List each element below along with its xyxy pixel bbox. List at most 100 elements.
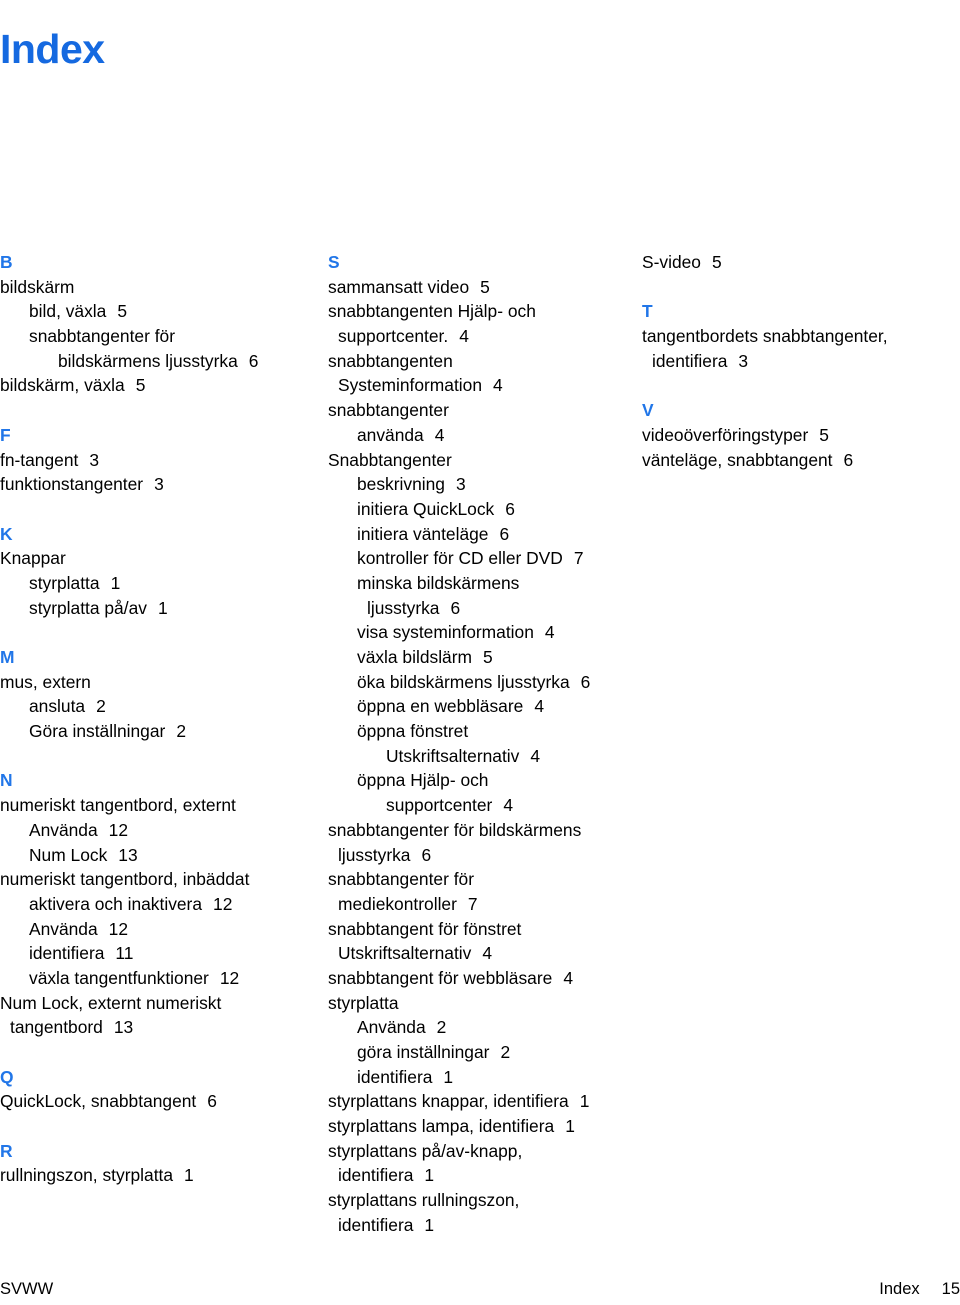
index-entry[interactable]: rullningszon, styrplatta 1 (0, 1163, 328, 1188)
index-entry[interactable]: ljusstyrka 6 (328, 596, 642, 621)
index-entry-text: aktivera och inaktivera (29, 893, 203, 914)
index-entry[interactable]: Använda 12 (0, 917, 328, 942)
index-entry[interactable]: Num Lock, externt numeriskt (0, 991, 328, 1016)
index-entry[interactable]: visa systeminformation 4 (328, 620, 642, 645)
index-entry[interactable]: snabbtangenter för (328, 867, 642, 892)
index-entry[interactable]: ansluta 2 (0, 694, 328, 719)
index-entry-page: 4 (530, 745, 541, 766)
index-entry[interactable]: vänteläge, snabbtangent 6 (642, 448, 960, 473)
index-entry[interactable]: beskrivning 3 (328, 472, 642, 497)
index-entry-text: identifiera (357, 1066, 433, 1087)
index-entry[interactable]: tangentbordets snabbtangenter, (642, 324, 960, 349)
index-entry[interactable]: mediekontroller 7 (328, 892, 642, 917)
index-entry-text: Num Lock (29, 844, 108, 865)
index-entry[interactable]: styrplattans på/av-knapp, (328, 1139, 642, 1164)
index-entry[interactable]: Systeminformation 4 (328, 373, 642, 398)
index-entry-text: Använda (29, 918, 98, 939)
index-entry[interactable]: Göra inställningar 2 (0, 719, 328, 744)
index-entry[interactable]: sammansatt video 5 (328, 275, 642, 300)
index-entry[interactable]: öka bildskärmens ljusstyrka 6 (328, 670, 642, 695)
index-entry[interactable]: snabbtangenten Hjälp- och (328, 299, 642, 324)
index-entry[interactable]: Snabbtangenter (328, 448, 642, 473)
index-entry[interactable]: växla bildslärm 5 (328, 645, 642, 670)
index-entry[interactable]: ljusstyrka 6 (328, 843, 642, 868)
index-entry[interactable]: styrplatta på/av 1 (0, 596, 328, 621)
column-2: Ssammansatt video 5 snabbtangenten Hjälp- … (328, 250, 642, 1238)
index-entry[interactable]: initiera QuickLock 6 (328, 497, 642, 522)
index-entry[interactable]: styrplattans knappar, identifiera 1 (328, 1089, 642, 1114)
index-entry[interactable]: styrplattans rullningszon, (328, 1188, 642, 1213)
index-entry-page: 12 (108, 918, 128, 939)
index-entry[interactable]: mus, extern (0, 670, 328, 695)
index-entry-text: styrplattans på/av-knapp, (328, 1140, 523, 1161)
index-entry-text: Snabbtangenter (328, 449, 452, 470)
index-entry-text: göra inställningar (357, 1042, 490, 1062)
index-entry[interactable]: numeriskt tangentbord, inbäddat (0, 867, 328, 892)
index-entry[interactable]: Använda 2 (328, 1015, 642, 1040)
index-entry[interactable]: bild, växla 5 (0, 299, 328, 324)
index-entry[interactable]: snabbtangent för webbläsare 4 (328, 966, 642, 991)
index-entry[interactable]: initiera vänteläge 6 (328, 522, 642, 547)
index-entry[interactable]: styrplatta 1 (0, 571, 328, 596)
index-entry-text: använda (357, 424, 424, 445)
index-entry-text: öppna fönstret (357, 721, 469, 742)
index-entry[interactable]: kontroller för CD eller DVD 7 (328, 546, 642, 571)
index-entry[interactable]: numeriskt tangentbord, externt (0, 793, 328, 818)
index-entry[interactable]: identifiera 1 (328, 1065, 642, 1090)
index-entry[interactable]: bildskärm, växla 5 (0, 373, 328, 398)
index-entry[interactable]: supportcenter. 4 (328, 324, 642, 349)
index-entry[interactable]: bildskärm (0, 275, 328, 300)
index-entry[interactable]: öppna fönstret (328, 719, 642, 744)
index-entry[interactable]: videoöverföringstyper 5 (642, 423, 960, 448)
index-entry-page: 11 (115, 943, 134, 964)
index-entry[interactable]: öppna en webbläsare 4 (328, 694, 642, 719)
index-entry-text: ansluta (29, 696, 86, 717)
index-entry[interactable]: minska bildskärmens (328, 571, 642, 596)
index-entry[interactable]: identifiera 3 (642, 349, 960, 374)
index-entry-text: kontroller för CD eller DVD (357, 548, 563, 569)
index-entry-text: mediekontroller (338, 893, 457, 914)
index-entry[interactable]: tangentbord 13 (0, 1015, 328, 1040)
index-entry[interactable]: snabbtangenter (328, 398, 642, 423)
index-entry-page: 5 (483, 647, 493, 667)
index-entry-text: bildskärm, växla (0, 375, 125, 396)
index-entry[interactable]: aktivera och inaktivera 12 (0, 892, 328, 917)
index-entry[interactable]: använda 4 (328, 423, 642, 448)
index-entry[interactable]: identifiera 11 (0, 941, 328, 966)
index-entry-text: identifiera (652, 350, 728, 371)
index-entry[interactable]: S-video 5 (642, 250, 960, 275)
index-entry-text: styrplatta (29, 572, 100, 593)
index-entry-page: 3 (455, 474, 466, 495)
index-entry[interactable]: identifiera 1 (328, 1213, 642, 1238)
index-entry[interactable]: Num Lock 13 (0, 843, 328, 868)
index-entry[interactable]: snabbtangenter för bildskärmens (328, 818, 642, 843)
index-entry[interactable]: styrplatta (328, 991, 642, 1016)
index-entry[interactable]: öppna Hjälp- och (328, 768, 642, 793)
index-entry[interactable]: snabbtangent för fönstret (328, 917, 642, 942)
index-entry[interactable]: Använda 12 (0, 818, 328, 843)
index-entry[interactable]: identifiera 1 (328, 1163, 642, 1188)
index-entry[interactable]: bildskärmens ljusstyrka 6 (0, 349, 328, 374)
index-entry-text: supportcenter (386, 795, 493, 816)
index-entry[interactable]: funktionstangenter 3 (0, 472, 328, 497)
index-entry[interactable]: Utskriftsalternativ 4 (328, 744, 642, 769)
index-entry[interactable]: Utskriftsalternativ 4 (328, 941, 642, 966)
index-entry[interactable]: fn-tangent 3 (0, 448, 328, 473)
index-entry[interactable]: växla tangentfunktioner 12 (0, 966, 328, 991)
index-entry[interactable]: QuickLock, snabbtangent 6 (0, 1089, 328, 1114)
index-entry[interactable]: styrplattans lampa, identifiera 1 (328, 1114, 642, 1139)
section-letter-t: T (642, 301, 653, 322)
index-entry[interactable]: snabbtangenter för (0, 324, 328, 349)
index-entry[interactable]: supportcenter 4 (328, 793, 642, 818)
index-entry-page: 3 (154, 474, 164, 495)
index-entry-text: snabbtangenten (328, 350, 453, 371)
index-entry[interactable]: göra inställningar 2 (328, 1040, 642, 1065)
index-entry-text: öppna en webbläsare (357, 696, 524, 717)
footer-page-number: 15 (941, 1280, 960, 1298)
index-entry-text: tangentbord (10, 1017, 103, 1038)
index-entry[interactable]: snabbtangenten (328, 349, 642, 374)
index-entry[interactable]: Knappar (0, 546, 328, 571)
